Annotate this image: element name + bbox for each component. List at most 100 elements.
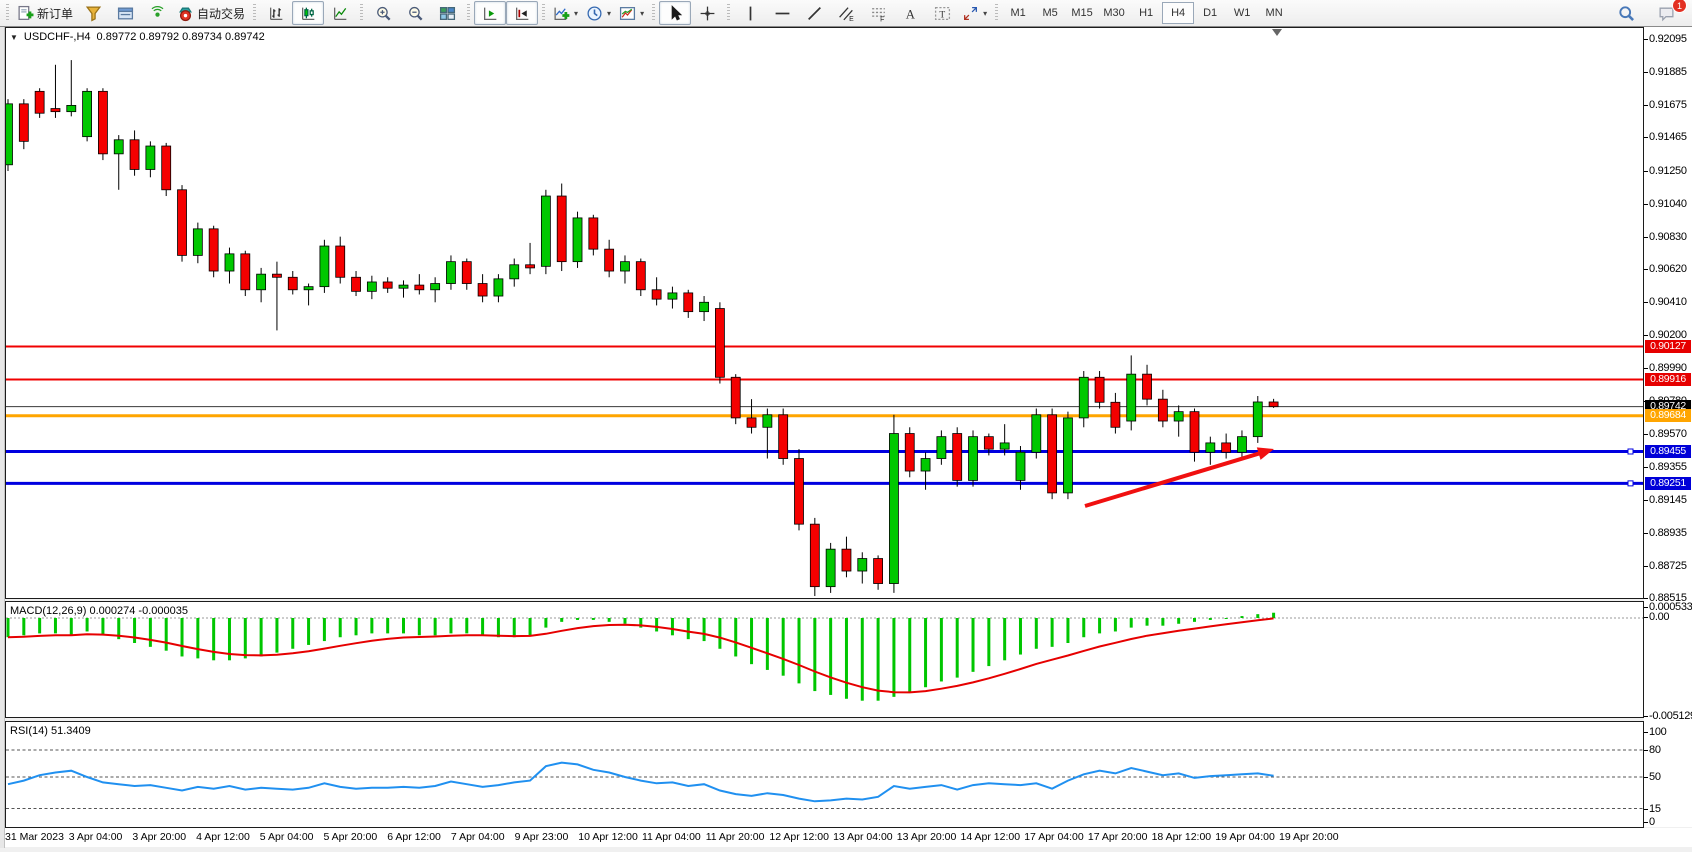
chevron-down-icon[interactable]: ▾	[574, 9, 578, 18]
price-tick-label: 0.88725	[1649, 560, 1687, 572]
indicators-button[interactable]: ▾	[549, 1, 582, 25]
cursor-button[interactable]	[659, 1, 691, 25]
trend-arrow-object[interactable]	[1085, 447, 1274, 506]
fibonacci-button[interactable]: F	[862, 1, 894, 25]
horizontal-line-object[interactable]	[6, 481, 1643, 486]
candlestick-chart-button[interactable]	[292, 1, 324, 25]
search-icon	[1618, 5, 1635, 22]
axis-tick	[1644, 533, 1648, 534]
timeframe-w1-button[interactable]: W1	[1226, 2, 1258, 24]
rsi-canvas[interactable]	[6, 722, 1643, 827]
trendline-button[interactable]	[798, 1, 830, 25]
crosshair-icon	[699, 5, 716, 22]
macd-canvas[interactable]	[6, 602, 1643, 717]
crosshair-button[interactable]	[691, 1, 723, 25]
zoom-in-icon	[375, 5, 392, 22]
notifications-button[interactable]: 1	[1650, 1, 1682, 25]
macd-indicator-panel[interactable]: MACD(12,26,9) 0.000274 -0.000035	[5, 601, 1644, 718]
price-tick-label: 15	[1649, 803, 1661, 815]
signals-button[interactable]	[141, 1, 173, 25]
price-tick-label: 0.91250	[1649, 165, 1687, 177]
vertical-line-button[interactable]	[734, 1, 766, 25]
new-order-icon	[17, 5, 34, 22]
svg-text:E: E	[849, 15, 854, 21]
axis-tick	[1644, 269, 1648, 270]
auto-scroll-button[interactable]	[474, 1, 506, 25]
time-tick-label: 3 Apr 20:00	[132, 831, 186, 843]
svg-text:A: A	[905, 7, 915, 21]
horizontal-line-button[interactable]	[766, 1, 798, 25]
timeframe-m1-button[interactable]: M1	[1002, 2, 1034, 24]
axis-tick	[1644, 237, 1648, 238]
time-tick-label: 13 Apr 04:00	[833, 831, 893, 843]
axis-tick	[1644, 732, 1648, 733]
axis-tick	[1644, 434, 1648, 435]
axis-tick	[1644, 302, 1648, 303]
time-tick-label: 6 Apr 12:00	[387, 831, 441, 843]
periods-button[interactable]: ▾	[582, 1, 615, 25]
rsi-indicator-panel[interactable]: RSI(14) 51.3409	[5, 721, 1644, 828]
price-tick-label: 0.91675	[1649, 99, 1687, 111]
line-chart-button[interactable]	[324, 1, 356, 25]
time-tick-label: 17 Apr 04:00	[1024, 831, 1084, 843]
chevron-down-icon[interactable]: ▾	[983, 9, 987, 18]
zoom-in-button[interactable]	[367, 1, 399, 25]
time-tick-label: 12 Apr 12:00	[769, 831, 829, 843]
rsi-label: RSI(14) 51.3409	[10, 725, 91, 737]
axis-tick	[1644, 822, 1648, 823]
channel-icon: E	[838, 5, 855, 22]
main-chart-panel[interactable]: ▼ USDCHF-,H4 0.89772 0.89792 0.89734 0.8…	[5, 27, 1644, 599]
zoom-out-button[interactable]	[399, 1, 431, 25]
new-order-button[interactable]: 新订单	[13, 1, 77, 25]
horizontal-line-object[interactable]	[6, 449, 1643, 454]
timeframe-m15-button[interactable]: M15	[1066, 2, 1098, 24]
price-tick-label: 0.90410	[1649, 296, 1687, 308]
timeframe-m30-button[interactable]: M30	[1098, 2, 1130, 24]
axis-tick	[1644, 566, 1648, 567]
price-tick-label: 100	[1649, 726, 1666, 738]
level-price-badge: 0.89455	[1645, 445, 1691, 458]
text-icon: A	[902, 5, 919, 22]
axis-tick	[1644, 467, 1648, 468]
fibo-icon: F	[870, 5, 887, 22]
chart-menu-icon[interactable]: ▼	[10, 33, 18, 42]
price-tick-label: 0.92095	[1649, 33, 1687, 45]
time-tick-label: 5 Apr 04:00	[260, 831, 314, 843]
timeframe-h4-button[interactable]: H4	[1162, 2, 1194, 24]
metaeditor-button[interactable]	[77, 1, 109, 25]
new-order-button-label: 新订单	[37, 5, 73, 22]
svg-text:T: T	[939, 9, 945, 20]
text-label-button[interactable]: T	[926, 1, 958, 25]
bar-chart-button[interactable]	[260, 1, 292, 25]
time-tick-label: 18 Apr 12:00	[1152, 831, 1212, 843]
tile-windows-button[interactable]	[431, 1, 463, 25]
timeframe-d1-button[interactable]: D1	[1194, 2, 1226, 24]
price-tick-label: 0.90830	[1649, 231, 1687, 243]
terminal-button[interactable]	[109, 1, 141, 25]
arrows-button[interactable]: ▾	[958, 1, 991, 25]
autotrading-button-label: 自动交易	[197, 5, 245, 22]
timeframe-mn-button[interactable]: MN	[1258, 2, 1290, 24]
cursor-icon	[667, 5, 684, 22]
time-tick-label: 9 Apr 23:00	[515, 831, 569, 843]
timeframe-m5-button[interactable]: M5	[1034, 2, 1066, 24]
chevron-down-icon[interactable]: ▾	[640, 9, 644, 18]
chart-shift-button[interactable]	[506, 1, 538, 25]
toolbar-grip	[726, 4, 731, 22]
autotrading-button[interactable]: 自动交易	[173, 1, 249, 25]
chevron-down-icon[interactable]: ▾	[607, 9, 611, 18]
price-tick-label: 80	[1649, 744, 1661, 756]
candlestick-chart-canvas[interactable]	[6, 28, 1643, 598]
timeframe-h1-button[interactable]: H1	[1130, 2, 1162, 24]
axis-tick	[1644, 137, 1648, 138]
templates-button[interactable]: ▾	[615, 1, 648, 25]
time-tick-label: 11 Apr 04:00	[642, 831, 701, 843]
autotrade-icon	[177, 5, 194, 22]
indicators-icon	[553, 5, 570, 22]
text-button[interactable]: A	[894, 1, 926, 25]
equidistant-channel-button[interactable]: E	[830, 1, 862, 25]
chart-ohlc-values: 0.89772 0.89792 0.89734 0.89742	[97, 31, 265, 43]
search-button[interactable]	[1610, 1, 1642, 25]
axis-tick	[1644, 500, 1648, 501]
chart-symbol-label: USDCHF-,H4	[24, 31, 91, 43]
